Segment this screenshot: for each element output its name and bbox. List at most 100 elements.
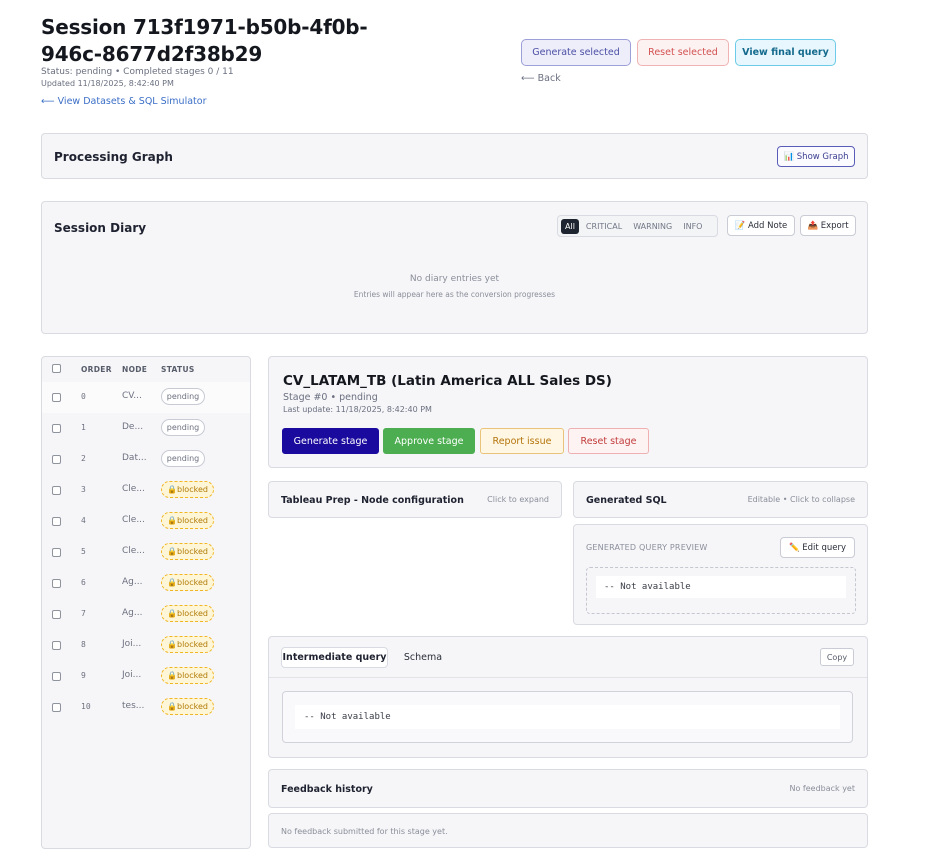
row-checkbox[interactable] bbox=[52, 517, 61, 526]
feedback-body: No feedback submitted for this stage yet… bbox=[268, 813, 868, 848]
preview-code-frame: -- Not available bbox=[586, 567, 856, 614]
intermediate-code-frame: -- Not available bbox=[282, 691, 853, 743]
stage-table: ORDER NODE STATUS 0 CV... pending 1 De... pen… bbox=[41, 356, 251, 849]
row-checkbox[interactable] bbox=[52, 610, 61, 619]
row-node: Joi... bbox=[122, 639, 142, 649]
approve-stage-button[interactable]: Approve stage bbox=[383, 428, 475, 454]
feedback-history-title: Feedback history bbox=[281, 784, 373, 795]
session-updated: Updated 11/18/2025, 8:42:40 PM bbox=[41, 79, 174, 88]
row-order: 4 bbox=[81, 516, 86, 525]
filter-critical[interactable]: CRITICAL bbox=[582, 219, 626, 234]
node-configuration-panel[interactable]: Tableau Prep - Node configuration Click … bbox=[268, 481, 562, 518]
session-diary-panel: Session Diary All CRITICAL WARNING INFO … bbox=[41, 201, 868, 334]
report-issue-button[interactable]: Report issue bbox=[480, 428, 564, 454]
copy-button[interactable]: Copy bbox=[820, 648, 854, 666]
add-note-button[interactable]: 📝 Add Note bbox=[727, 215, 795, 236]
row-node: Cle... bbox=[122, 546, 145, 556]
view-datasets-link[interactable]: ⟵ View Datasets & SQL Simulator bbox=[41, 96, 206, 107]
diary-filter-group: All CRITICAL WARNING INFO bbox=[557, 215, 718, 237]
column-header-node: NODE bbox=[122, 365, 148, 374]
session-diary-title: Session Diary bbox=[54, 221, 147, 235]
row-node: Dat... bbox=[122, 453, 147, 463]
row-checkbox[interactable] bbox=[52, 672, 61, 681]
row-checkbox[interactable] bbox=[52, 703, 61, 712]
row-node: De... bbox=[122, 422, 144, 432]
generate-stage-button[interactable]: Generate stage bbox=[282, 428, 379, 454]
table-row[interactable]: 0 CV... pending bbox=[42, 382, 250, 413]
row-checkbox[interactable] bbox=[52, 641, 61, 650]
row-node: Cle... bbox=[122, 515, 145, 525]
edit-query-button[interactable]: ✏️ Edit query bbox=[780, 537, 855, 558]
table-row[interactable]: 3 Cle... 🔒blocked bbox=[42, 475, 250, 506]
stage-subtitle: Stage #0 • pending bbox=[283, 392, 378, 403]
tab-intermediate-query[interactable]: Intermediate query bbox=[281, 647, 388, 668]
row-checkbox[interactable] bbox=[52, 579, 61, 588]
row-node: tes... bbox=[122, 701, 145, 711]
reset-selected-button[interactable]: Reset selected bbox=[637, 39, 729, 66]
generated-sql-hint: Editable • Click to collapse bbox=[747, 495, 855, 504]
filter-warning[interactable]: WARNING bbox=[629, 219, 676, 234]
generated-sql-panel[interactable]: Generated SQL Editable • Click to collap… bbox=[573, 481, 868, 518]
tab-schema[interactable]: Schema bbox=[395, 647, 451, 668]
tab-divider bbox=[269, 677, 867, 678]
row-node: CV... bbox=[122, 391, 142, 401]
row-node: Cle... bbox=[122, 484, 145, 494]
row-order: 1 bbox=[81, 423, 86, 432]
row-order: 3 bbox=[81, 485, 86, 494]
row-checkbox[interactable] bbox=[52, 455, 61, 464]
feedback-empty-text: No feedback submitted for this stage yet… bbox=[281, 827, 448, 836]
row-node: Ag... bbox=[122, 608, 143, 618]
status-badge: pending bbox=[161, 388, 205, 405]
filter-all[interactable]: All bbox=[561, 218, 579, 234]
preview-label: GENERATED QUERY PREVIEW bbox=[586, 543, 708, 552]
node-configuration-hint: Click to expand bbox=[487, 495, 549, 504]
status-badge: 🔒blocked bbox=[161, 605, 214, 622]
table-row[interactable]: 1 De... pending bbox=[42, 413, 250, 444]
intermediate-code: -- Not available bbox=[295, 705, 840, 729]
row-node: Joi... bbox=[122, 670, 142, 680]
row-checkbox[interactable] bbox=[52, 424, 61, 433]
select-all-checkbox[interactable] bbox=[52, 364, 61, 373]
generate-selected-button[interactable]: Generate selected bbox=[521, 39, 631, 66]
status-badge: 🔒blocked bbox=[161, 636, 214, 653]
stage-title: CV_LATAM_TB (Latin America ALL Sales DS) bbox=[283, 373, 612, 389]
table-row[interactable]: 8 Joi... 🔒blocked bbox=[42, 630, 250, 661]
row-checkbox[interactable] bbox=[52, 486, 61, 495]
page-title: Session 713f1971-b50b-4f0b-946c-8677d2f3… bbox=[41, 15, 368, 66]
reset-stage-button[interactable]: Reset stage bbox=[568, 428, 649, 454]
table-row[interactable]: 7 Ag... 🔒blocked bbox=[42, 599, 250, 630]
back-link[interactable]: ⟵ Back bbox=[521, 73, 561, 84]
status-badge: 🔒blocked bbox=[161, 667, 214, 684]
preview-code: -- Not available bbox=[596, 576, 846, 598]
status-badge: 🔒blocked bbox=[161, 543, 214, 560]
view-final-query-button[interactable]: View final query bbox=[735, 39, 836, 66]
row-checkbox[interactable] bbox=[52, 548, 61, 557]
feedback-history-panel[interactable]: Feedback history No feedback yet bbox=[268, 769, 868, 808]
stage-last-update: Last update: 11/18/2025, 8:42:40 PM bbox=[283, 405, 432, 414]
export-button[interactable]: 📤 Export bbox=[800, 215, 856, 236]
row-order: 8 bbox=[81, 640, 86, 649]
row-order: 5 bbox=[81, 547, 86, 556]
row-order: 2 bbox=[81, 454, 86, 463]
status-badge: pending bbox=[161, 419, 205, 436]
row-checkbox[interactable] bbox=[52, 393, 61, 402]
row-order: 0 bbox=[81, 392, 86, 401]
table-row[interactable]: 6 Ag... 🔒blocked bbox=[42, 568, 250, 599]
table-row[interactable]: 9 Joi... 🔒blocked bbox=[42, 661, 250, 692]
table-row[interactable]: 10 tes... 🔒blocked bbox=[42, 692, 250, 723]
table-row[interactable]: 4 Cle... 🔒blocked bbox=[42, 506, 250, 537]
stage-card: CV_LATAM_TB (Latin America ALL Sales DS)… bbox=[268, 356, 868, 468]
row-order: 9 bbox=[81, 671, 86, 680]
session-status: Status: pending • Completed stages 0 / 1… bbox=[41, 67, 234, 77]
row-order: 6 bbox=[81, 578, 86, 587]
generated-sql-title: Generated SQL bbox=[586, 495, 667, 506]
processing-graph-panel: Processing Graph 📊 Show Graph bbox=[41, 133, 868, 179]
row-node: Ag... bbox=[122, 577, 143, 587]
row-order: 7 bbox=[81, 609, 86, 618]
table-row[interactable]: 2 Dat... pending bbox=[42, 444, 250, 475]
table-row[interactable]: 5 Cle... 🔒blocked bbox=[42, 537, 250, 568]
status-badge: pending bbox=[161, 450, 205, 467]
column-header-status: STATUS bbox=[161, 365, 195, 374]
show-graph-button[interactable]: 📊 Show Graph bbox=[777, 146, 855, 167]
filter-info[interactable]: INFO bbox=[679, 219, 706, 234]
